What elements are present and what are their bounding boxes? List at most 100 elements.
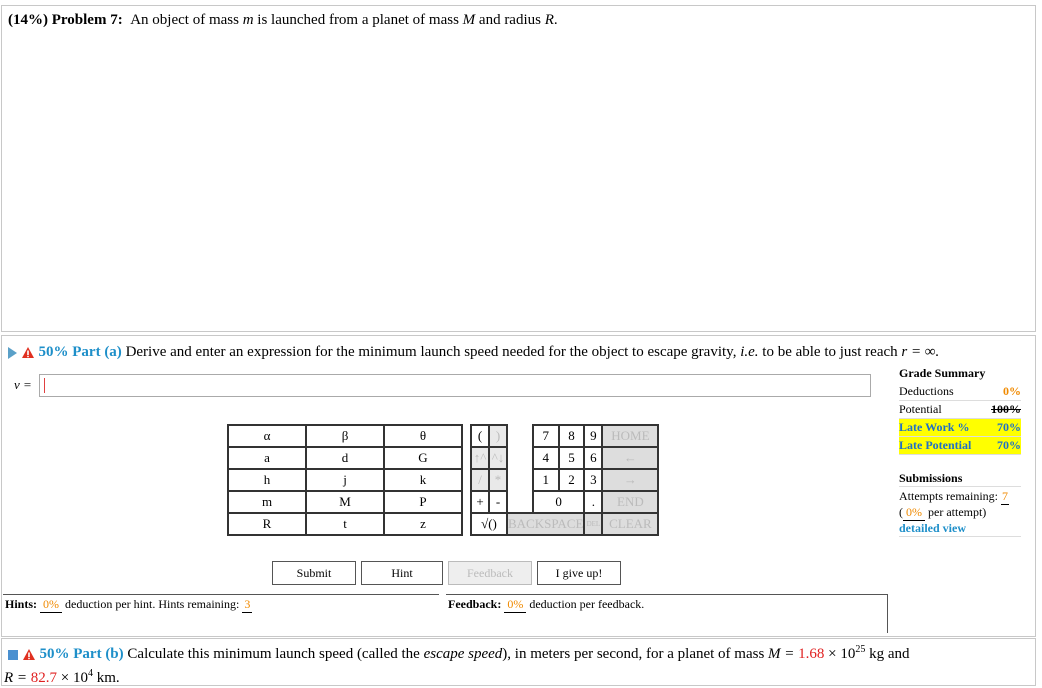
submissions-title: Submissions [899, 471, 963, 485]
hints-deduction: 0% [40, 597, 63, 613]
key-power-up[interactable]: ↑^ [470, 446, 490, 470]
key-minus[interactable]: - [488, 490, 508, 514]
part-a-header: 50% Part (a) Derive and enter an express… [8, 344, 939, 361]
key-beta[interactable]: β [305, 424, 385, 448]
key-h[interactable]: h [227, 468, 307, 492]
per-attempt-value: 0% [903, 505, 925, 521]
key-7[interactable]: 7 [531, 424, 560, 448]
part-b-M-eq: M = [768, 646, 795, 662]
key-del[interactable]: DEL [583, 512, 604, 536]
problem-text-1: An object of mass [130, 12, 239, 28]
key-1[interactable]: 1 [531, 468, 560, 492]
feedback-button[interactable]: Feedback [448, 561, 532, 585]
collapse-icon[interactable] [8, 649, 18, 660]
mass-value: 1.68 [798, 646, 825, 662]
key-end[interactable]: END [601, 490, 660, 514]
key-P[interactable]: P [383, 490, 463, 514]
attempts-label: Attempts remaining: [899, 489, 998, 503]
key-3[interactable]: 3 [583, 468, 604, 492]
key-G[interactable]: G [383, 446, 463, 470]
key-open-paren[interactable]: ( [470, 424, 490, 448]
part-a-text: Derive and enter an expression for the m… [125, 344, 737, 360]
hints-label: Hints: [5, 597, 38, 611]
key-sqrt[interactable]: √() [470, 512, 508, 536]
late-potential-label: Late Potential [899, 438, 972, 452]
part-a-label: Part (a) [72, 344, 122, 360]
key-left-arrow[interactable]: ← [601, 446, 660, 470]
part-a-ie: i.e. [740, 344, 759, 360]
part-a-percent: 50% [38, 344, 69, 360]
late-work-value: 70% [997, 420, 1021, 434]
key-theta[interactable]: θ [383, 424, 463, 448]
key-decimal[interactable]: . [583, 490, 604, 514]
key-close-paren[interactable]: ) [488, 424, 508, 448]
key-right-arrow[interactable]: → [601, 468, 660, 492]
answer-variable-label: v = [14, 377, 32, 392]
key-t[interactable]: t [305, 512, 385, 536]
detailed-view-link[interactable]: detailed view [899, 521, 1021, 537]
part-b-text: Calculate this minimum launch speed (cal… [127, 646, 420, 662]
part-b-header: 50% Part (b) Calculate this minimum laun… [4, 640, 1028, 688]
key-4[interactable]: 4 [531, 446, 560, 470]
hints-text: deduction per hint. Hints remaining: [65, 597, 240, 611]
part-b-percent: 50% [39, 646, 70, 662]
key-2[interactable]: 2 [557, 468, 586, 492]
late-work-label: Late Work % [899, 420, 970, 434]
warning-icon [22, 649, 35, 661]
answer-input[interactable] [39, 374, 871, 397]
late-potential-value: 70% [997, 438, 1021, 452]
key-power-down[interactable]: ^↓ [488, 446, 508, 470]
submit-button[interactable]: Submit [272, 561, 356, 585]
problem-text-3: and radius [478, 12, 541, 28]
key-d[interactable]: d [305, 446, 385, 470]
deductions-label: Deductions [899, 384, 954, 398]
problem-weight: (14%) [8, 12, 48, 28]
key-8[interactable]: 8 [557, 424, 586, 448]
part-a-text-2: to be able to just reach [762, 344, 898, 360]
number-keypad: ( ) 7 8 9 HOME ↑^ ^↓ 4 5 6 ← / * 1 2 3 →… [470, 424, 660, 536]
variable-keypad: αβθ adG hjk mMP Rtz [227, 424, 463, 536]
feedback-deduction: 0% [504, 597, 527, 613]
radius-value: 82.7 [30, 670, 58, 686]
key-j[interactable]: j [305, 468, 385, 492]
part-b-label: Part (b) [73, 646, 124, 662]
part-b-escape: escape speed [423, 646, 503, 662]
problem-text-2: is launched from a planet of mass [257, 12, 459, 28]
hints-remaining: 3 [242, 597, 253, 613]
key-M[interactable]: M [305, 490, 385, 514]
give-up-button[interactable]: I give up! [537, 561, 621, 585]
key-home[interactable]: HOME [601, 424, 660, 448]
key-backspace[interactable]: BACKSPACE [505, 512, 586, 536]
deductions-value: 0% [1003, 384, 1021, 398]
expand-arrow-icon[interactable] [8, 346, 17, 359]
key-5[interactable]: 5 [557, 446, 586, 470]
key-divide[interactable]: / [470, 468, 490, 492]
radius-unit: km. [96, 670, 120, 686]
mass-exp-base: 10 [840, 646, 856, 662]
part-b-text-2: ), in meters per second, for a planet of… [502, 646, 765, 662]
key-a[interactable]: a [227, 446, 307, 470]
key-m[interactable]: m [227, 490, 307, 514]
hint-button[interactable]: Hint [361, 561, 443, 585]
key-0[interactable]: 0 [531, 490, 586, 514]
key-z[interactable]: z [383, 512, 463, 536]
key-9[interactable]: 9 [583, 424, 604, 448]
key-alpha[interactable]: α [227, 424, 307, 448]
mass-exponent: 25 [855, 644, 866, 655]
key-6[interactable]: 6 [583, 446, 604, 470]
var-M: M [462, 12, 476, 28]
problem-label: Problem 7: [51, 12, 123, 28]
hints-info: Hints: 0% deduction per hint. Hints rema… [5, 597, 253, 613]
potential-value: 100% [991, 402, 1021, 416]
problem-panel [1, 5, 1036, 332]
times-symbol: × [828, 646, 837, 662]
key-plus[interactable]: + [470, 490, 490, 514]
part-a-r-expr: r = ∞. [901, 344, 940, 360]
key-multiply[interactable]: * [488, 468, 508, 492]
mass-unit: kg and [869, 646, 910, 662]
attempts-value: 7 [1000, 489, 1009, 505]
part-b-R-eq: R = [4, 670, 28, 686]
key-k[interactable]: k [383, 468, 463, 492]
key-clear[interactable]: CLEAR [601, 512, 660, 536]
key-R[interactable]: R [227, 512, 307, 536]
